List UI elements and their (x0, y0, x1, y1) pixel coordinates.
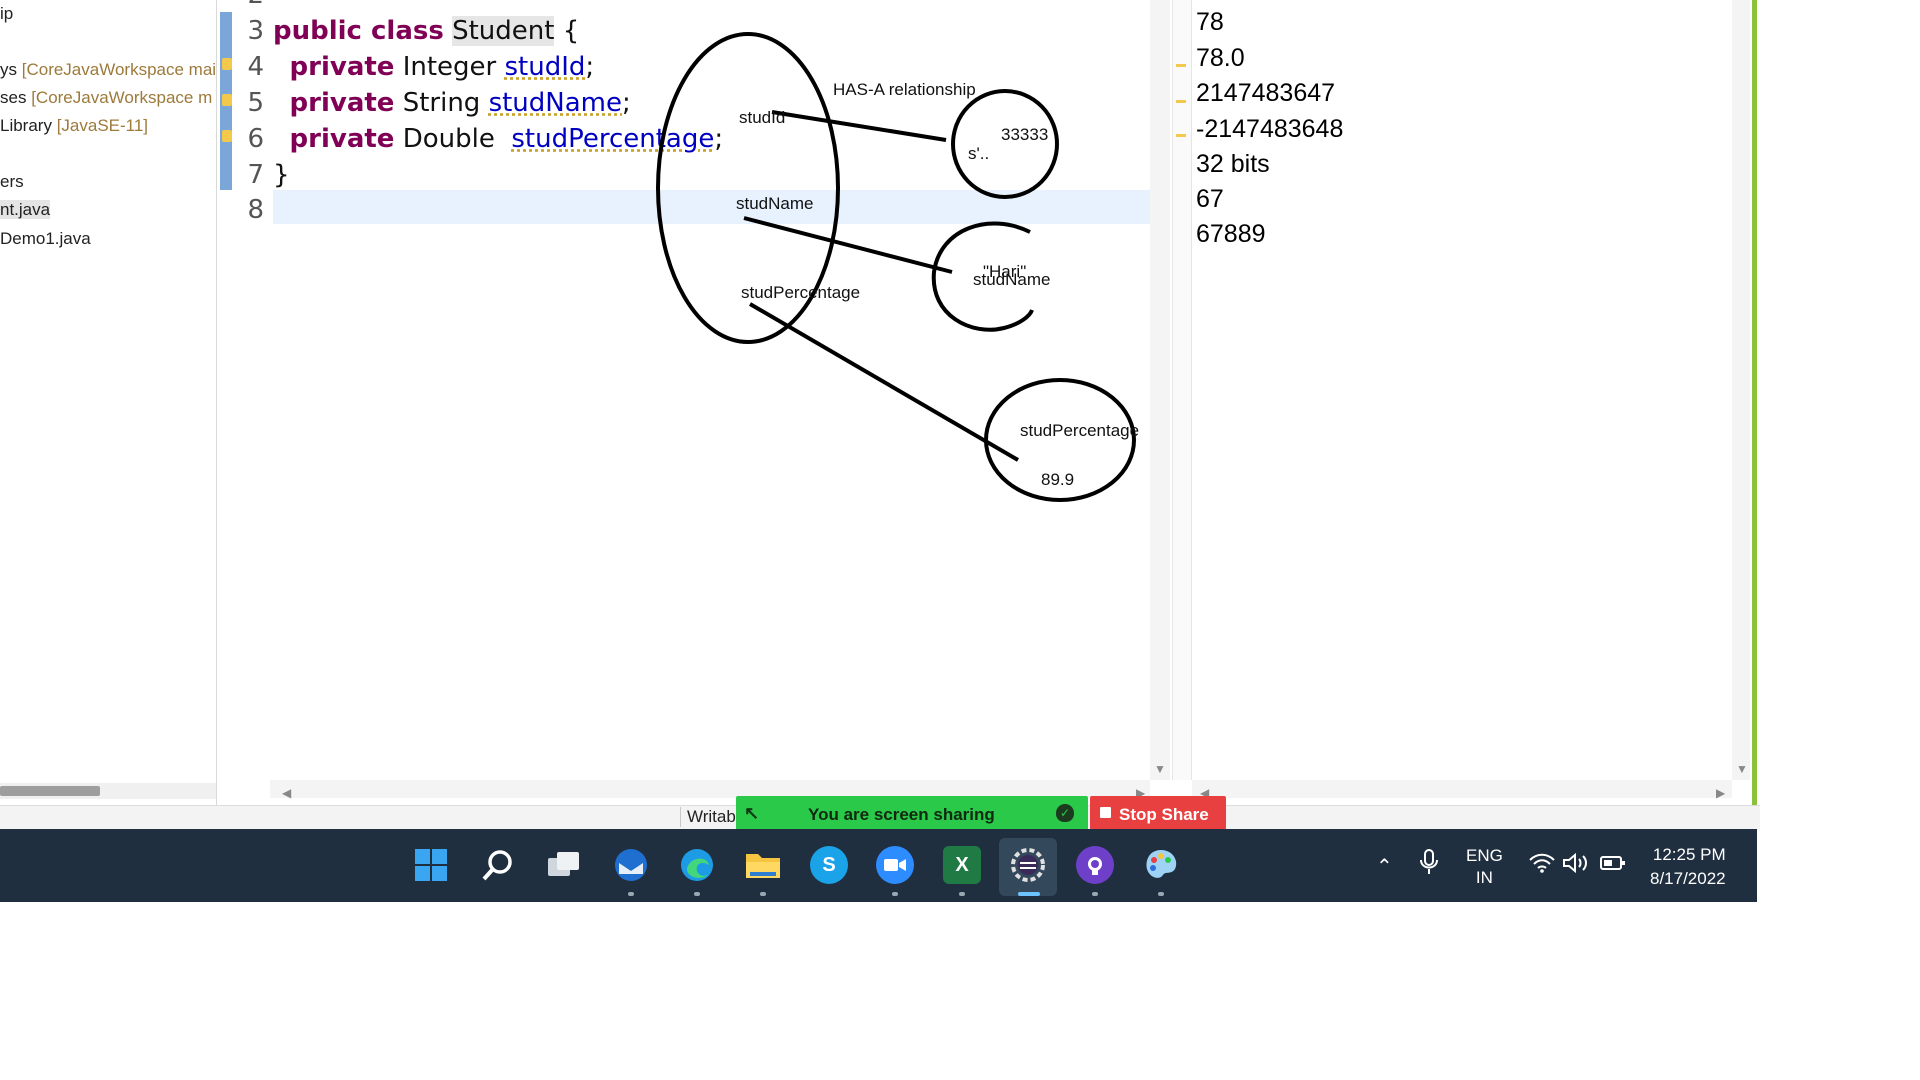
field-label-studid: studId (739, 108, 786, 127)
battery-icon[interactable] (1600, 855, 1626, 876)
line-number: 4 (247, 52, 264, 82)
scroll-right-arrow-icon[interactable]: ▶ (1716, 786, 1725, 800)
language-indicator[interactable]: ENG IN (1466, 845, 1503, 889)
code-line-class-declaration[interactable]: public class Student { (273, 16, 579, 46)
console-line: -2147483648 (1196, 115, 1344, 143)
clock-time: 12:25 PM (1652, 845, 1726, 864)
has-a-relationship-label: HAS-A relationship (833, 80, 976, 99)
explorer-scroll-thumb[interactable] (0, 786, 100, 796)
folder-icon[interactable] (744, 846, 782, 884)
running-indicator (1092, 892, 1098, 896)
code-line-field-studpercentage[interactable]: private Double studPercentage; (273, 124, 724, 154)
skype-icon[interactable]: S (810, 846, 848, 884)
tree-item-student-java[interactable]: nt.java (0, 200, 51, 220)
tree-item[interactable]: ers (0, 172, 24, 192)
line-number: 2 (240, 0, 264, 10)
security-shield-icon[interactable]: ✓ (1056, 804, 1074, 822)
console-line: 32 bits (1196, 150, 1270, 178)
console-line: 78 (1196, 8, 1224, 36)
console-line: 2147483647 (1196, 79, 1336, 107)
running-indicator (628, 892, 634, 896)
search-icon[interactable] (479, 846, 517, 884)
active-app-indicator (1018, 892, 1040, 896)
stop-icon (1100, 807, 1111, 818)
running-indicator (1158, 892, 1164, 896)
running-indicator (760, 892, 766, 896)
code-editor[interactable] (220, 0, 1150, 805)
running-indicator (892, 892, 898, 896)
tree-item[interactable]: ip (0, 4, 13, 24)
line-number: 5 (247, 88, 264, 118)
editor-vertical-scrollbar[interactable] (1150, 0, 1170, 780)
overlap-label: studName (973, 270, 1051, 289)
overview-marker[interactable] (1176, 64, 1186, 67)
share-arrow-icon[interactable]: ↖ (744, 803, 759, 824)
wifi-icon[interactable] (1528, 852, 1556, 879)
running-indicator (694, 892, 700, 896)
eclipse-ide-icon[interactable] (1009, 846, 1047, 884)
scroll-down-arrow-icon[interactable]: ▼ (1736, 762, 1748, 776)
edge-browser-icon[interactable] (678, 846, 716, 884)
system-clock[interactable]: 12:25 PM 8/17/2022 (1650, 843, 1726, 891)
paint-palette-icon[interactable] (1142, 846, 1180, 884)
warning-marker-icon[interactable] (222, 58, 232, 70)
value-label-studpercentage: 89.9 (1041, 470, 1075, 489)
line-number: 3 (247, 16, 264, 46)
running-indicator (959, 892, 965, 896)
task-view-icon[interactable] (545, 846, 583, 884)
warning-marker-icon[interactable] (222, 130, 232, 142)
line-number: 8 (247, 195, 264, 225)
mail-app-icon[interactable] (612, 846, 650, 884)
code-line-closing-brace[interactable]: } (273, 160, 290, 190)
code-line-field-studname[interactable]: private String studName; (273, 88, 631, 118)
field-label-studpercentage: studPercentage (741, 283, 861, 302)
screen-sharing-message: You are screen sharing (808, 805, 995, 824)
scroll-down-arrow-icon[interactable]: ▼ (1154, 762, 1166, 776)
tree-item-jre-library[interactable]: Library [JavaSE-11] (0, 116, 148, 136)
windows-logo-icon[interactable] (412, 846, 450, 884)
value-label-studid: 33333 (1001, 125, 1049, 144)
window-edge-accent (1752, 0, 1757, 828)
line-number: 6 (247, 124, 264, 154)
field-label-studname: studName (736, 194, 814, 213)
console-line: 78.0 (1196, 44, 1245, 72)
tree-item[interactable]: ys [CoreJavaWorkspace mai (0, 60, 216, 80)
zoom-camera-icon[interactable] (876, 846, 914, 884)
excel-icon[interactable]: X (943, 846, 981, 884)
console-horizontal-scrollbar[interactable] (1192, 780, 1732, 798)
github-icon[interactable] (1076, 846, 1114, 884)
overlap-label: studPercentage (1020, 421, 1140, 440)
chevron-up-icon[interactable]: ⌃ (1376, 854, 1393, 879)
writable-status: Writab (680, 807, 736, 827)
overview-marker[interactable] (1176, 134, 1186, 137)
volume-icon[interactable] (1562, 852, 1590, 879)
tree-item[interactable]: ses [CoreJavaWorkspace m (0, 88, 212, 108)
scroll-left-arrow-icon[interactable]: ◀ (282, 786, 291, 800)
console-line: 67889 (1196, 220, 1266, 248)
package-explorer: ip ys [CoreJavaWorkspace mai ses [CoreJa… (0, 0, 217, 805)
clock-date: 8/17/2022 (1650, 869, 1726, 888)
current-line-highlight (273, 190, 1150, 224)
line-number: 7 (247, 160, 264, 190)
overlap-label: s'.. (968, 144, 990, 163)
overview-marker[interactable] (1176, 100, 1186, 103)
class-name[interactable]: Student (452, 16, 555, 46)
warning-marker-icon[interactable] (222, 94, 232, 106)
microphone-icon[interactable] (1418, 848, 1440, 881)
code-line-field-studid[interactable]: private Integer studId; (273, 52, 595, 82)
overview-ruler (1172, 0, 1192, 780)
stop-share-label[interactable]: Stop Share (1119, 805, 1209, 825)
console-vertical-scrollbar[interactable] (1732, 0, 1750, 780)
tree-item-demo1-java[interactable]: Demo1.java (0, 229, 91, 249)
console-line: 67 (1196, 185, 1224, 213)
